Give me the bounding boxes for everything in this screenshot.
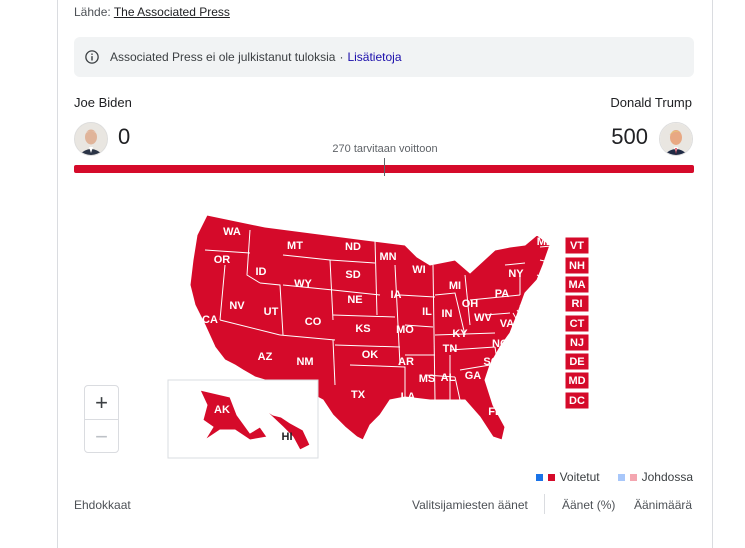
- state-label-ut: UT: [264, 306, 279, 318]
- state-label-wi: WI: [412, 264, 425, 276]
- source-link[interactable]: The Associated Press: [114, 5, 230, 19]
- small-state-label-nj[interactable]: NJ: [570, 337, 584, 349]
- rep-leading-swatch: [629, 473, 637, 481]
- trump-avatar: [659, 122, 693, 156]
- legend-won: Voitetut: [559, 470, 600, 484]
- state-label-mi: MI: [449, 280, 461, 292]
- state-label-nd: ND: [345, 241, 361, 253]
- state-label-sc: SC: [483, 356, 498, 368]
- results-notice: Associated Press ei ole julkistanut tulo…: [74, 37, 694, 77]
- state-label-wv: WV: [474, 312, 492, 324]
- us-electoral-map[interactable]: WA OR CA ID NV MT WY UT AZ CO NM ND SD NE KS OK TX MN IA MO…: [165, 205, 610, 470]
- state-label-va: VA: [500, 318, 515, 330]
- state-label-ok: OK: [362, 349, 379, 361]
- threshold-label: 270 tarvitaan voittoon: [332, 143, 438, 155]
- small-state-label-de[interactable]: DE: [569, 356, 584, 368]
- state-label-ak: AK: [214, 404, 230, 416]
- header-divider: [544, 494, 545, 514]
- header-candidates: Ehdokkaat: [74, 498, 131, 512]
- state-label-nv: NV: [229, 300, 245, 312]
- state-label-co: CO: [305, 316, 322, 328]
- trump-votes: 500: [611, 124, 648, 149]
- header-electoral: Valitsijamiesten äänet: [412, 498, 528, 512]
- state-label-ar: AR: [398, 356, 414, 368]
- small-state-label-ma[interactable]: MA: [568, 279, 585, 291]
- small-state-label-vt[interactable]: VT: [570, 240, 584, 252]
- state-label-sd: SD: [345, 269, 360, 281]
- small-state-label-ct[interactable]: CT: [570, 318, 585, 330]
- source-line: Lähde: The Associated Press: [74, 5, 230, 19]
- state-label-nm: NM: [296, 356, 313, 368]
- state-label-nc: NC: [492, 338, 508, 350]
- rep-won-swatch: [547, 473, 555, 481]
- state-label-fl: FL: [488, 406, 502, 418]
- notice-separator: ·: [339, 50, 344, 64]
- zoom-out-button[interactable]: −: [85, 419, 118, 453]
- state-label-al: AL: [441, 372, 456, 384]
- small-state-labels: VT NH MA RI CT NJ DE MD DC: [568, 240, 585, 407]
- header-percent: Äänet (%): [562, 498, 616, 512]
- state-label-il: IL: [422, 306, 432, 318]
- state-label-la: LA: [401, 391, 416, 403]
- state-label-tx: TX: [351, 389, 366, 401]
- state-label-mo: MO: [396, 324, 414, 336]
- state-label-ks: KS: [355, 323, 370, 335]
- state-label-ky: KY: [452, 328, 468, 340]
- state-label-ms: MS: [419, 373, 436, 385]
- threshold-marker: [384, 158, 385, 176]
- zoom-control: + −: [84, 385, 119, 453]
- header-count: Äänimäärä: [634, 498, 693, 512]
- notice-text: Associated Press ei ole julkistanut tulo…: [110, 50, 336, 64]
- info-icon: [85, 50, 99, 64]
- state-label-me: ME: [537, 236, 554, 248]
- source-label: Lähde:: [74, 5, 111, 19]
- dem-leading-swatch: [617, 473, 625, 481]
- state-label-wy: WY: [294, 278, 312, 290]
- state-label-ia: IA: [391, 289, 402, 301]
- state-label-or: OR: [214, 254, 231, 266]
- state-label-mn: MN: [379, 251, 396, 263]
- learn-more-link[interactable]: Lisätietoja: [347, 50, 401, 64]
- state-label-ny: NY: [508, 268, 524, 280]
- state-label-ca: CA: [202, 314, 218, 326]
- map-legend: Voitetut Johdossa: [535, 470, 693, 484]
- small-state-label-dc[interactable]: DC: [569, 395, 585, 407]
- inset-frame: [167, 379, 319, 459]
- dem-won-swatch: [535, 473, 543, 481]
- state-label-id: ID: [256, 266, 267, 278]
- small-state-label-ri[interactable]: RI: [572, 298, 583, 310]
- state-label-pa: PA: [495, 288, 510, 300]
- state-label-ga: GA: [465, 370, 482, 382]
- zoom-in-button[interactable]: +: [85, 386, 118, 419]
- state-label-in: IN: [442, 308, 453, 320]
- biden-votes: 0: [118, 124, 131, 149]
- state-label-az: AZ: [258, 351, 273, 363]
- state-label-tn: TN: [443, 343, 458, 355]
- biden-avatar: [74, 122, 108, 156]
- state-label-wa: WA: [223, 226, 241, 238]
- state-label-hi: HI: [282, 431, 293, 443]
- state-label-oh: OH: [462, 298, 479, 310]
- small-state-label-nh[interactable]: NH: [569, 260, 585, 272]
- biden-name: Joe Biden: [74, 95, 132, 110]
- trump-name: Donald Trump: [610, 95, 692, 110]
- state-label-ne: NE: [347, 294, 362, 306]
- small-state-label-md[interactable]: MD: [568, 375, 585, 387]
- legend-leading: Johdossa: [641, 470, 693, 484]
- state-label-mt: MT: [287, 240, 303, 252]
